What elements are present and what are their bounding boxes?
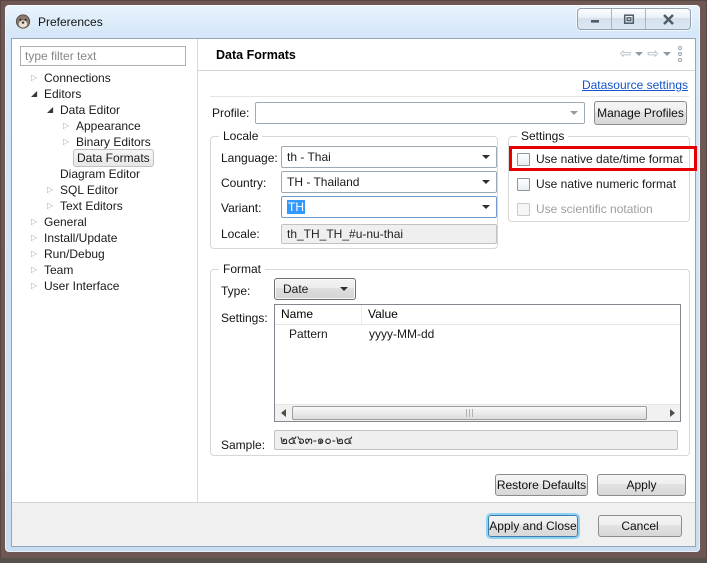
chevron-down-icon <box>340 287 348 291</box>
locale-group-title: Locale <box>219 129 262 143</box>
profile-combo[interactable] <box>255 102 585 124</box>
column-header-name[interactable]: Name <box>275 305 362 324</box>
tree-item-appearance[interactable]: ▷Appearance <box>12 118 196 134</box>
settings-group-title: Settings <box>517 129 568 143</box>
twisty-collapsed-icon[interactable]: ▷ <box>31 262 44 278</box>
column-header-value[interactable]: Value <box>362 305 680 324</box>
dialog-button-bar: Apply and Close Cancel <box>12 502 695 546</box>
tree-item-run-debug[interactable]: ▷Run/Debug <box>12 246 196 262</box>
table-header: Name Value <box>275 305 680 325</box>
window-title: Preferences <box>38 15 103 29</box>
scroll-right-icon[interactable] <box>664 405 680 421</box>
tree-item-sql-editor[interactable]: ▷SQL Editor <box>12 182 196 198</box>
scroll-left-icon[interactable] <box>275 405 291 421</box>
native-numeric-checkbox-row[interactable]: Use native numeric format <box>517 175 676 193</box>
chevron-down-icon <box>482 205 490 209</box>
locale-value-field: th_TH_TH_#u-nu-thai <box>281 224 497 244</box>
chevron-down-icon <box>482 155 490 159</box>
locale-group: Locale Language: th - Thai Country: TH -… <box>210 136 498 249</box>
tree-item-connections[interactable]: ▷Connections <box>12 70 196 86</box>
twisty-collapsed-icon[interactable]: ▷ <box>63 134 76 150</box>
twisty-collapsed-icon[interactable]: ▷ <box>31 70 44 86</box>
country-combo[interactable]: TH - Thailand <box>281 171 497 193</box>
window-frame: Preferences ▷Connections ◢Editors <box>5 5 700 552</box>
tree-item-data-formats[interactable]: Data Formats <box>12 150 196 166</box>
tree-item-user-interface[interactable]: ▷User Interface <box>12 278 196 294</box>
variant-label: Variant: <box>221 201 261 215</box>
checkbox-unchecked-icon[interactable] <box>517 178 530 191</box>
tree-item-general[interactable]: ▷General <box>12 214 196 230</box>
tree-item-diagram-editor[interactable]: Diagram Editor <box>12 166 196 182</box>
header-separator <box>198 70 695 71</box>
checkbox-disabled-icon <box>517 203 530 216</box>
format-group: Format Type: Date Settings: Name Value P… <box>210 269 690 456</box>
twisty-collapsed-icon[interactable]: ▷ <box>31 214 44 230</box>
back-history-dropdown-icon[interactable] <box>635 52 643 56</box>
window-shadow <box>0 558 707 563</box>
twisty-collapsed-icon[interactable]: ▷ <box>31 230 44 246</box>
dialog-body: ▷Connections ◢Editors ◢Data Editor ▷Appe… <box>11 38 696 547</box>
manage-profiles-button[interactable]: Manage Profiles <box>594 101 687 125</box>
twisty-collapsed-icon[interactable]: ▷ <box>63 118 76 134</box>
filter-input[interactable] <box>20 46 186 66</box>
tree-item-team[interactable]: ▷Team <box>12 262 196 278</box>
window-controls <box>577 8 691 30</box>
maximize-icon[interactable] <box>612 9 646 29</box>
type-combo[interactable]: Date <box>274 278 356 300</box>
locale-label: Locale: <box>221 227 260 241</box>
apply-button[interactable]: Apply <box>597 474 686 496</box>
tree-item-text-editors[interactable]: ▷Text Editors <box>12 198 196 214</box>
cancel-button[interactable]: Cancel <box>598 515 682 537</box>
preferences-window: { "window": { "title": "Preferences" }, … <box>0 0 707 563</box>
forward-icon[interactable]: ⇨ <box>647 46 659 62</box>
header-toolbar: ⇦ ⇨ <box>620 46 682 62</box>
titlebar: Preferences <box>5 5 700 38</box>
preferences-tree: ▷Connections ◢Editors ◢Data Editor ▷Appe… <box>12 70 196 294</box>
profile-label: Profile: <box>212 106 249 120</box>
panel-divider <box>197 39 198 502</box>
close-icon[interactable] <box>646 9 690 29</box>
scrollbar-thumb[interactable] <box>292 406 647 420</box>
sample-label: Sample: <box>221 438 265 452</box>
horizontal-scrollbar[interactable] <box>275 404 680 421</box>
tree-item-data-editor[interactable]: ◢Data Editor <box>12 102 196 118</box>
chevron-down-icon <box>570 111 578 115</box>
tree-item-binary-editors[interactable]: ▷Binary Editors <box>12 134 196 150</box>
minimize-icon[interactable] <box>578 9 612 29</box>
forward-history-dropdown-icon[interactable] <box>663 52 671 56</box>
scientific-notation-checkbox-row: Use scientific notation <box>517 200 653 218</box>
page-title: Data Formats <box>216 48 296 62</box>
twisty-expanded-icon[interactable]: ◢ <box>47 102 60 118</box>
type-label: Type: <box>221 284 250 298</box>
view-menu-icon[interactable] <box>678 46 682 62</box>
selected-tree-item: Data Formats <box>73 149 154 167</box>
twisty-collapsed-icon[interactable]: ▷ <box>47 182 60 198</box>
format-settings-label: Settings: <box>221 311 268 325</box>
pattern-table: Name Value Pattern yyyy-MM-dd <box>274 304 681 422</box>
link-separator <box>210 96 689 97</box>
sample-value-field: ๒๕๖๓-๑๐-๒๔ <box>274 430 678 450</box>
datasource-settings-link[interactable]: Datasource settings <box>582 78 688 92</box>
variant-combo[interactable]: TH <box>281 196 497 218</box>
twisty-collapsed-icon[interactable]: ▷ <box>47 198 60 214</box>
annotation-highlight <box>509 146 697 171</box>
back-icon[interactable]: ⇦ <box>620 46 632 62</box>
app-icon <box>15 14 31 30</box>
format-group-title: Format <box>219 262 265 276</box>
tree-item-install-update[interactable]: ▷Install/Update <box>12 230 196 246</box>
language-combo[interactable]: th - Thai <box>281 146 497 168</box>
table-body: Pattern yyyy-MM-dd <box>275 325 680 404</box>
restore-defaults-button[interactable]: Restore Defaults <box>495 474 588 496</box>
apply-and-close-button[interactable]: Apply and Close <box>488 515 578 537</box>
twisty-expanded-icon[interactable]: ◢ <box>31 86 44 102</box>
country-label: Country: <box>221 176 266 190</box>
twisty-collapsed-icon[interactable]: ▷ <box>31 246 44 262</box>
language-label: Language: <box>221 151 278 165</box>
table-row[interactable]: Pattern yyyy-MM-dd <box>275 325 680 343</box>
tree-item-editors[interactable]: ◢Editors <box>12 86 196 102</box>
twisty-collapsed-icon[interactable]: ▷ <box>31 278 44 294</box>
chevron-down-icon <box>482 180 490 184</box>
selected-text: TH <box>287 200 305 214</box>
